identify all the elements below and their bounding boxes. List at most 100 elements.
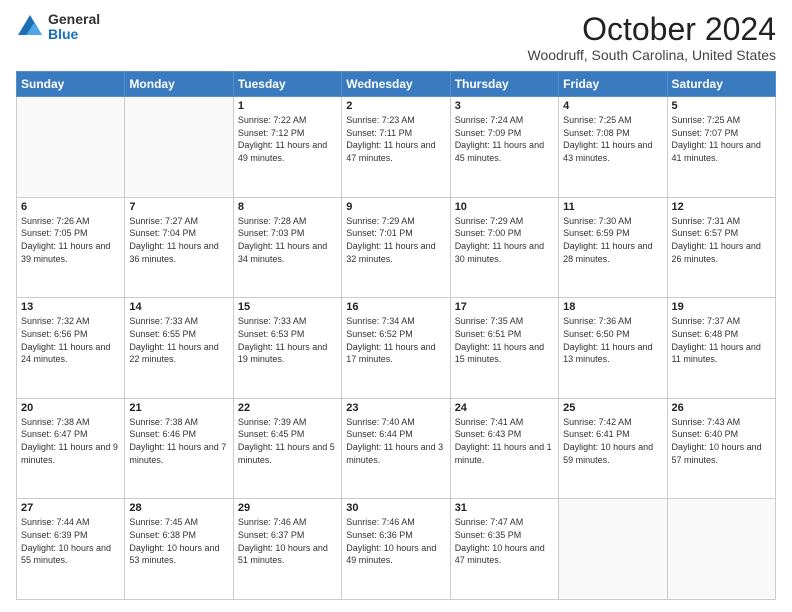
day-info: Sunrise: 7:36 AM Sunset: 6:50 PM Dayligh… [563,315,662,365]
calendar-table: SundayMondayTuesdayWednesdayThursdayFrid… [16,71,776,600]
weekday-header-thursday: Thursday [450,72,558,97]
day-info: Sunrise: 7:22 AM Sunset: 7:12 PM Dayligh… [238,114,337,164]
calendar-cell [559,499,667,600]
calendar-cell: 6Sunrise: 7:26 AM Sunset: 7:05 PM Daylig… [17,197,125,298]
day-info: Sunrise: 7:37 AM Sunset: 6:48 PM Dayligh… [672,315,771,365]
logo-icon [16,13,44,41]
day-info: Sunrise: 7:29 AM Sunset: 7:01 PM Dayligh… [346,215,445,265]
day-number: 2 [346,100,445,112]
calendar-cell: 7 Sunrise: 7:27 AM Sunset: 7:04 PM Daylig… [125,197,233,298]
title-block: October 2024 Woodruff, South Carolina, U… [527,12,776,63]
day-info: Sunrise: 7:42 AM Sunset: 6:41 PM Dayligh… [563,416,662,466]
day-info: Sunrise: 7:47 AM Sunset: 6:35 PM Dayligh… [455,516,554,566]
calendar-cell: 23 Sunrise: 7:40 AM Sunset: 6:44 PM Dayli… [342,398,450,499]
calendar-cell: 4 Sunrise: 7:25 AM Sunset: 7:08 PM Daylig… [559,97,667,198]
day-number: 22 [238,402,337,414]
day-number: 6 [21,201,120,213]
weekday-header-tuesday: Tuesday [233,72,341,97]
day-info: Sunrise: 7:38 AM Sunset: 6:47 PM Dayligh… [21,416,120,466]
day-number: 11 [563,201,662,213]
calendar-cell: 8 Sunrise: 7:28 AM Sunset: 7:03 PM Daylig… [233,197,341,298]
day-info: Sunrise: 7:30 AM Sunset: 6:59 PM Dayligh… [563,215,662,265]
day-number: 28 [129,502,228,514]
calendar-cell: 2 Sunrise: 7:23 AM Sunset: 7:11 PM Daylig… [342,97,450,198]
day-number: 31 [455,502,554,514]
day-info: Sunrise: 7:44 AM Sunset: 6:39 PM Dayligh… [21,516,120,566]
calendar-cell: 28 Sunrise: 7:45 AM Sunset: 6:38 PM Dayli… [125,499,233,600]
calendar-cell: 29 Sunrise: 7:46 AM Sunset: 6:37 PM Dayli… [233,499,341,600]
calendar-week-row: 20 Sunrise: 7:38 AM Sunset: 6:47 PM Dayli… [17,398,776,499]
calendar-cell: 22 Sunrise: 7:39 AM Sunset: 6:45 PM Dayli… [233,398,341,499]
day-info: Sunrise: 7:23 AM Sunset: 7:11 PM Dayligh… [346,114,445,164]
day-number: 29 [238,502,337,514]
day-info: Sunrise: 7:40 AM Sunset: 6:44 PM Dayligh… [346,416,445,466]
day-number: 20 [21,402,120,414]
day-info: Sunrise: 7:41 AM Sunset: 6:43 PM Dayligh… [455,416,554,466]
weekday-header-sunday: Sunday [17,72,125,97]
day-number: 8 [238,201,337,213]
calendar-cell [667,499,775,600]
calendar-cell: 20 Sunrise: 7:38 AM Sunset: 6:47 PM Dayli… [17,398,125,499]
calendar-cell: 24 Sunrise: 7:41 AM Sunset: 6:43 PM Dayli… [450,398,558,499]
calendar-cell: 17Sunrise: 7:35 AM Sunset: 6:51 PM Dayli… [450,298,558,399]
logo-text: General Blue [48,12,100,43]
day-number: 30 [346,502,445,514]
day-number: 3 [455,100,554,112]
day-info: Sunrise: 7:33 AM Sunset: 6:55 PM Dayligh… [129,315,228,365]
calendar-week-row: 27 Sunrise: 7:44 AM Sunset: 6:39 PM Dayli… [17,499,776,600]
day-info: Sunrise: 7:43 AM Sunset: 6:40 PM Dayligh… [672,416,771,466]
day-number: 13 [21,301,120,313]
day-number: 12 [672,201,771,213]
calendar-cell: 18 Sunrise: 7:36 AM Sunset: 6:50 PM Dayli… [559,298,667,399]
logo-blue-label: Blue [48,27,100,42]
day-number: 4 [563,100,662,112]
day-info: Sunrise: 7:24 AM Sunset: 7:09 PM Dayligh… [455,114,554,164]
day-number: 16 [346,301,445,313]
day-info: Sunrise: 7:32 AM Sunset: 6:56 PM Dayligh… [21,315,120,365]
day-number: 15 [238,301,337,313]
day-info: Sunrise: 7:38 AM Sunset: 6:46 PM Dayligh… [129,416,228,466]
header: General Blue October 2024 Woodruff, Sout… [16,12,776,63]
day-number: 17 [455,301,554,313]
calendar-cell: 16Sunrise: 7:34 AM Sunset: 6:52 PM Dayli… [342,298,450,399]
month-title: October 2024 [527,12,776,47]
day-number: 10 [455,201,554,213]
day-number: 25 [563,402,662,414]
calendar-cell: 1 Sunrise: 7:22 AM Sunset: 7:12 PM Daylig… [233,97,341,198]
calendar-cell [125,97,233,198]
day-info: Sunrise: 7:28 AM Sunset: 7:03 PM Dayligh… [238,215,337,265]
day-info: Sunrise: 7:39 AM Sunset: 6:45 PM Dayligh… [238,416,337,466]
calendar-cell: 27 Sunrise: 7:44 AM Sunset: 6:39 PM Dayli… [17,499,125,600]
day-info: Sunrise: 7:29 AM Sunset: 7:00 PM Dayligh… [455,215,554,265]
day-info: Sunrise: 7:33 AM Sunset: 6:53 PM Dayligh… [238,315,337,365]
day-number: 1 [238,100,337,112]
day-number: 7 [129,201,228,213]
day-number: 18 [563,301,662,313]
day-info: Sunrise: 7:25 AM Sunset: 7:08 PM Dayligh… [563,114,662,164]
day-number: 24 [455,402,554,414]
weekday-header-row: SundayMondayTuesdayWednesdayThursdayFrid… [17,72,776,97]
day-number: 9 [346,201,445,213]
logo: General Blue [16,12,100,43]
weekday-header-wednesday: Wednesday [342,72,450,97]
day-info: Sunrise: 7:46 AM Sunset: 6:37 PM Dayligh… [238,516,337,566]
calendar-cell: 30Sunrise: 7:46 AM Sunset: 6:36 PM Dayli… [342,499,450,600]
day-info: Sunrise: 7:27 AM Sunset: 7:04 PM Dayligh… [129,215,228,265]
calendar-cell: 15 Sunrise: 7:33 AM Sunset: 6:53 PM Dayli… [233,298,341,399]
day-info: Sunrise: 7:31 AM Sunset: 6:57 PM Dayligh… [672,215,771,265]
calendar-cell: 5Sunrise: 7:25 AM Sunset: 7:07 PM Daylig… [667,97,775,198]
day-info: Sunrise: 7:45 AM Sunset: 6:38 PM Dayligh… [129,516,228,566]
calendar-cell: 25 Sunrise: 7:42 AM Sunset: 6:41 PM Dayli… [559,398,667,499]
calendar-cell: 9 Sunrise: 7:29 AM Sunset: 7:01 PM Daylig… [342,197,450,298]
day-number: 27 [21,502,120,514]
calendar-cell: 11 Sunrise: 7:30 AM Sunset: 6:59 PM Dayli… [559,197,667,298]
calendar-cell [17,97,125,198]
day-number: 21 [129,402,228,414]
day-number: 14 [129,301,228,313]
day-number: 26 [672,402,771,414]
location-label: Woodruff, South Carolina, United States [527,47,776,63]
calendar-cell: 21 Sunrise: 7:38 AM Sunset: 6:46 PM Dayli… [125,398,233,499]
day-number: 23 [346,402,445,414]
calendar-cell: 14 Sunrise: 7:33 AM Sunset: 6:55 PM Dayli… [125,298,233,399]
logo-general-label: General [48,12,100,27]
